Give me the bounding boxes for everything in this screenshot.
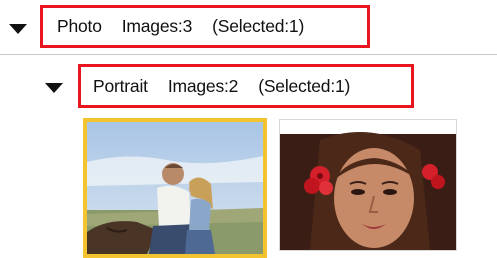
portrait-group-name: Portrait	[93, 75, 148, 96]
woman-with-red-flowers-photo-icon	[280, 120, 456, 250]
group-divider	[0, 54, 497, 55]
photo-group-name: Photo	[57, 16, 102, 36]
horse-riding-couple-photo-icon	[87, 122, 263, 254]
thumbnail-woman-portrait-photo[interactable]	[279, 119, 457, 251]
thumbnail-horse-riding-photo[interactable]	[83, 118, 267, 258]
photo-group-images-count: Images:3	[121, 16, 193, 36]
portrait-group-header[interactable]: Portrait Images:2 (Selected:1)	[78, 64, 414, 108]
portrait-group-expand-icon[interactable]	[45, 83, 63, 93]
photo-group-selected-count: (Selected:1)	[212, 16, 305, 36]
portrait-group-images-count: Images:2	[167, 75, 239, 96]
photo-group-expand-icon[interactable]	[9, 24, 27, 34]
photo-group-header[interactable]: Photo Images:3 (Selected:1)	[40, 5, 370, 48]
portrait-group-selected-count: (Selected:1)	[258, 75, 351, 96]
